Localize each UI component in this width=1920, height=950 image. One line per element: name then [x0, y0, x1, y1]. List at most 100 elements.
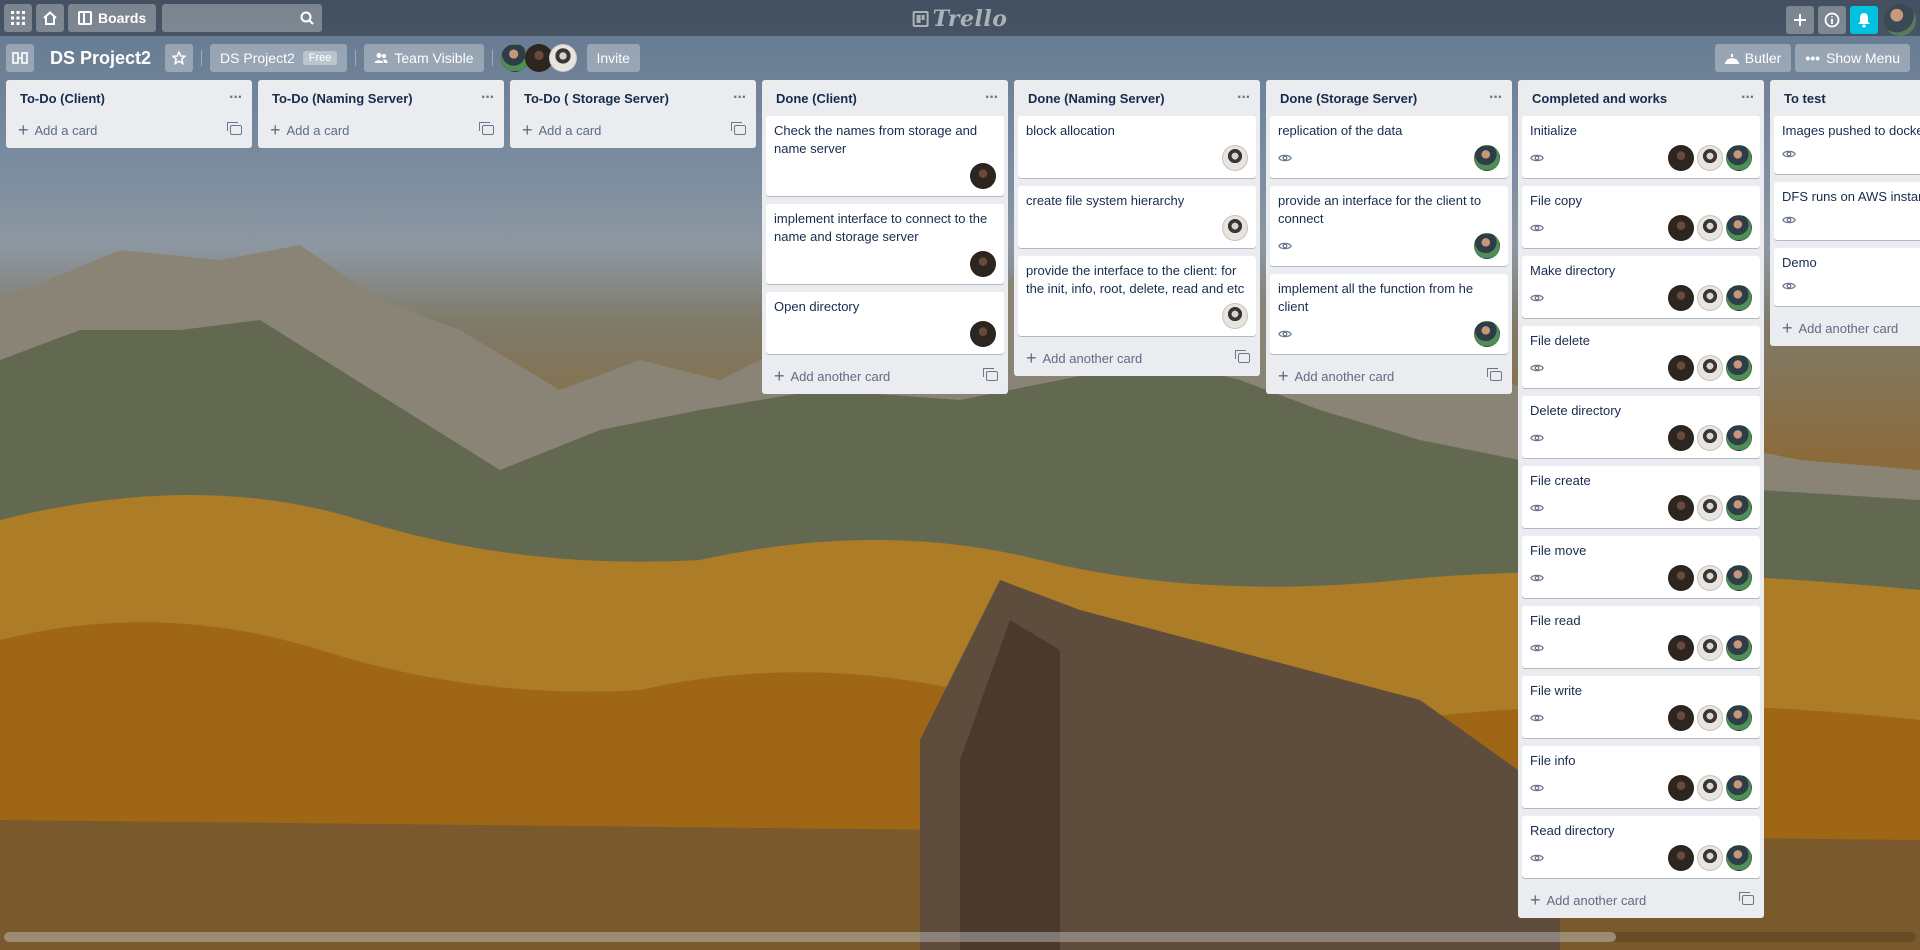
member-avatar[interactable]	[1726, 845, 1752, 871]
card[interactable]: File read	[1522, 606, 1760, 668]
member-avatar[interactable]	[1697, 495, 1723, 521]
member-avatar[interactable]	[1726, 285, 1752, 311]
list[interactable]: Done (Storage Server) ··· replication of t…	[1266, 80, 1512, 394]
trello-logo[interactable]: Trello	[912, 6, 1008, 32]
card[interactable]: Initialize	[1522, 116, 1760, 178]
member-avatar[interactable]	[1697, 775, 1723, 801]
notifications-button[interactable]	[1850, 6, 1878, 34]
card[interactable]: File write	[1522, 676, 1760, 738]
member-avatar[interactable]	[1697, 215, 1723, 241]
card[interactable]: implement all the function from he clien…	[1270, 274, 1508, 354]
create-button[interactable]	[1786, 6, 1814, 34]
member-avatar[interactable]	[1697, 425, 1723, 451]
visibility-button[interactable]: Team Visible	[364, 44, 484, 72]
member-avatar[interactable]	[1697, 145, 1723, 171]
card[interactable]: File copy	[1522, 186, 1760, 248]
card[interactable]: implement interface to connect to the na…	[766, 204, 1004, 284]
list[interactable]: Completed and works ··· Initialize File cop…	[1518, 80, 1764, 918]
member-avatar[interactable]	[1222, 303, 1248, 329]
member-avatar[interactable]	[1668, 425, 1694, 451]
member-avatar[interactable]	[1697, 845, 1723, 871]
member-avatar[interactable]	[1726, 635, 1752, 661]
add-card-button[interactable]: + Add another card	[1774, 314, 1920, 342]
card-template-icon[interactable]	[983, 368, 998, 381]
member-avatar[interactable]	[1668, 565, 1694, 591]
member-avatar[interactable]	[1668, 355, 1694, 381]
add-card-button[interactable]: + Add another card	[1018, 344, 1256, 372]
card-template-icon[interactable]	[1739, 892, 1754, 905]
member-avatar[interactable]	[1726, 705, 1752, 731]
card[interactable]: DFS runs on AWS instan	[1774, 182, 1920, 240]
member-avatar[interactable]	[1697, 565, 1723, 591]
add-card-button[interactable]: + Add another card	[1270, 362, 1508, 390]
list-actions-icon[interactable]: ···	[985, 90, 999, 106]
add-card-composer[interactable]: + Add a card	[18, 121, 97, 139]
card[interactable]: Read directory	[1522, 816, 1760, 878]
board-horizontal-scrollbar[interactable]	[4, 932, 1916, 942]
apps-grid-button[interactable]	[4, 4, 32, 32]
add-card-button[interactable]: + Add another card	[766, 362, 1004, 390]
list-title[interactable]: Done (Client)	[776, 91, 857, 106]
member-avatar[interactable]	[970, 251, 996, 277]
member-avatar[interactable]	[1222, 145, 1248, 171]
star-board-button[interactable]	[165, 44, 194, 72]
add-card-composer[interactable]: + Add a card	[522, 121, 601, 139]
list[interactable]: To test··· Images pushed to docke DFS runs…	[1770, 80, 1920, 346]
member-avatar[interactable]	[1668, 705, 1694, 731]
member-avatar[interactable]	[1668, 215, 1694, 241]
list[interactable]: Done (Naming Server) ··· block allocation c…	[1014, 80, 1260, 376]
member-avatar[interactable]	[1697, 705, 1723, 731]
list-title[interactable]: To test	[1784, 91, 1826, 106]
member-avatar[interactable]	[1668, 775, 1694, 801]
invite-button[interactable]: Invite	[586, 44, 640, 72]
add-card-button[interactable]: + Add another card	[1522, 886, 1760, 914]
member-avatar[interactable]	[1697, 635, 1723, 661]
member-avatar[interactable]	[1222, 215, 1248, 241]
list-title[interactable]: To-Do (Naming Server)	[272, 91, 413, 106]
list-title[interactable]: Completed and works	[1532, 91, 1667, 106]
card[interactable]: File delete	[1522, 326, 1760, 388]
list-title[interactable]: Done (Naming Server)	[1028, 91, 1165, 106]
member-avatar[interactable]	[1668, 145, 1694, 171]
list[interactable]: To-Do ( Storage Server) ··· + Add a card	[510, 80, 756, 148]
add-card-button[interactable]: + Add a card	[10, 116, 248, 144]
member-avatar[interactable]	[1726, 565, 1752, 591]
card[interactable]: File move	[1522, 536, 1760, 598]
member-menu-avatar[interactable]	[1884, 4, 1916, 36]
team-button[interactable]: DS Project2 Free	[210, 44, 348, 72]
home-button[interactable]	[36, 4, 64, 32]
add-card-composer[interactable]: + Add another card	[774, 367, 890, 385]
butler-button[interactable]: Butler	[1714, 44, 1792, 72]
card-template-icon[interactable]	[1235, 350, 1250, 363]
card[interactable]: Make directory	[1522, 256, 1760, 318]
add-card-composer[interactable]: + Add a card	[270, 121, 349, 139]
scrollbar-thumb[interactable]	[4, 932, 1616, 942]
add-card-composer[interactable]: + Add another card	[1782, 319, 1898, 337]
list-actions-icon[interactable]: ···	[1237, 90, 1251, 106]
member-avatar[interactable]	[1726, 215, 1752, 241]
member-avatar[interactable]	[970, 321, 996, 347]
boards-button[interactable]: Boards	[68, 4, 157, 32]
add-card-composer[interactable]: + Add another card	[1530, 891, 1646, 909]
member-avatar[interactable]	[1668, 285, 1694, 311]
member-avatar[interactable]	[1697, 285, 1723, 311]
list[interactable]: To-Do (Naming Server) ··· + Add a card	[258, 80, 504, 148]
member-avatar[interactable]	[1726, 425, 1752, 451]
member-avatar[interactable]	[1697, 355, 1723, 381]
board-member-avatar[interactable]	[548, 44, 577, 72]
list-actions-icon[interactable]: ···	[1741, 90, 1755, 106]
list[interactable]: To-Do (Client) ··· + Add a card	[6, 80, 252, 148]
member-avatar[interactable]	[1474, 321, 1500, 347]
card-template-icon[interactable]	[227, 122, 242, 135]
search-input[interactable]	[162, 4, 323, 32]
card[interactable]: Delete directory	[1522, 396, 1760, 458]
list-title[interactable]: Done (Storage Server)	[1280, 91, 1417, 106]
card[interactable]: Images pushed to docke	[1774, 116, 1920, 174]
member-avatar[interactable]	[1726, 355, 1752, 381]
card[interactable]: Open directory	[766, 292, 1004, 354]
member-avatar[interactable]	[970, 163, 996, 189]
list-actions-icon[interactable]: ···	[481, 90, 495, 106]
member-avatar[interactable]	[1668, 495, 1694, 521]
member-avatar[interactable]	[1726, 145, 1752, 171]
card[interactable]: Demo	[1774, 248, 1920, 306]
